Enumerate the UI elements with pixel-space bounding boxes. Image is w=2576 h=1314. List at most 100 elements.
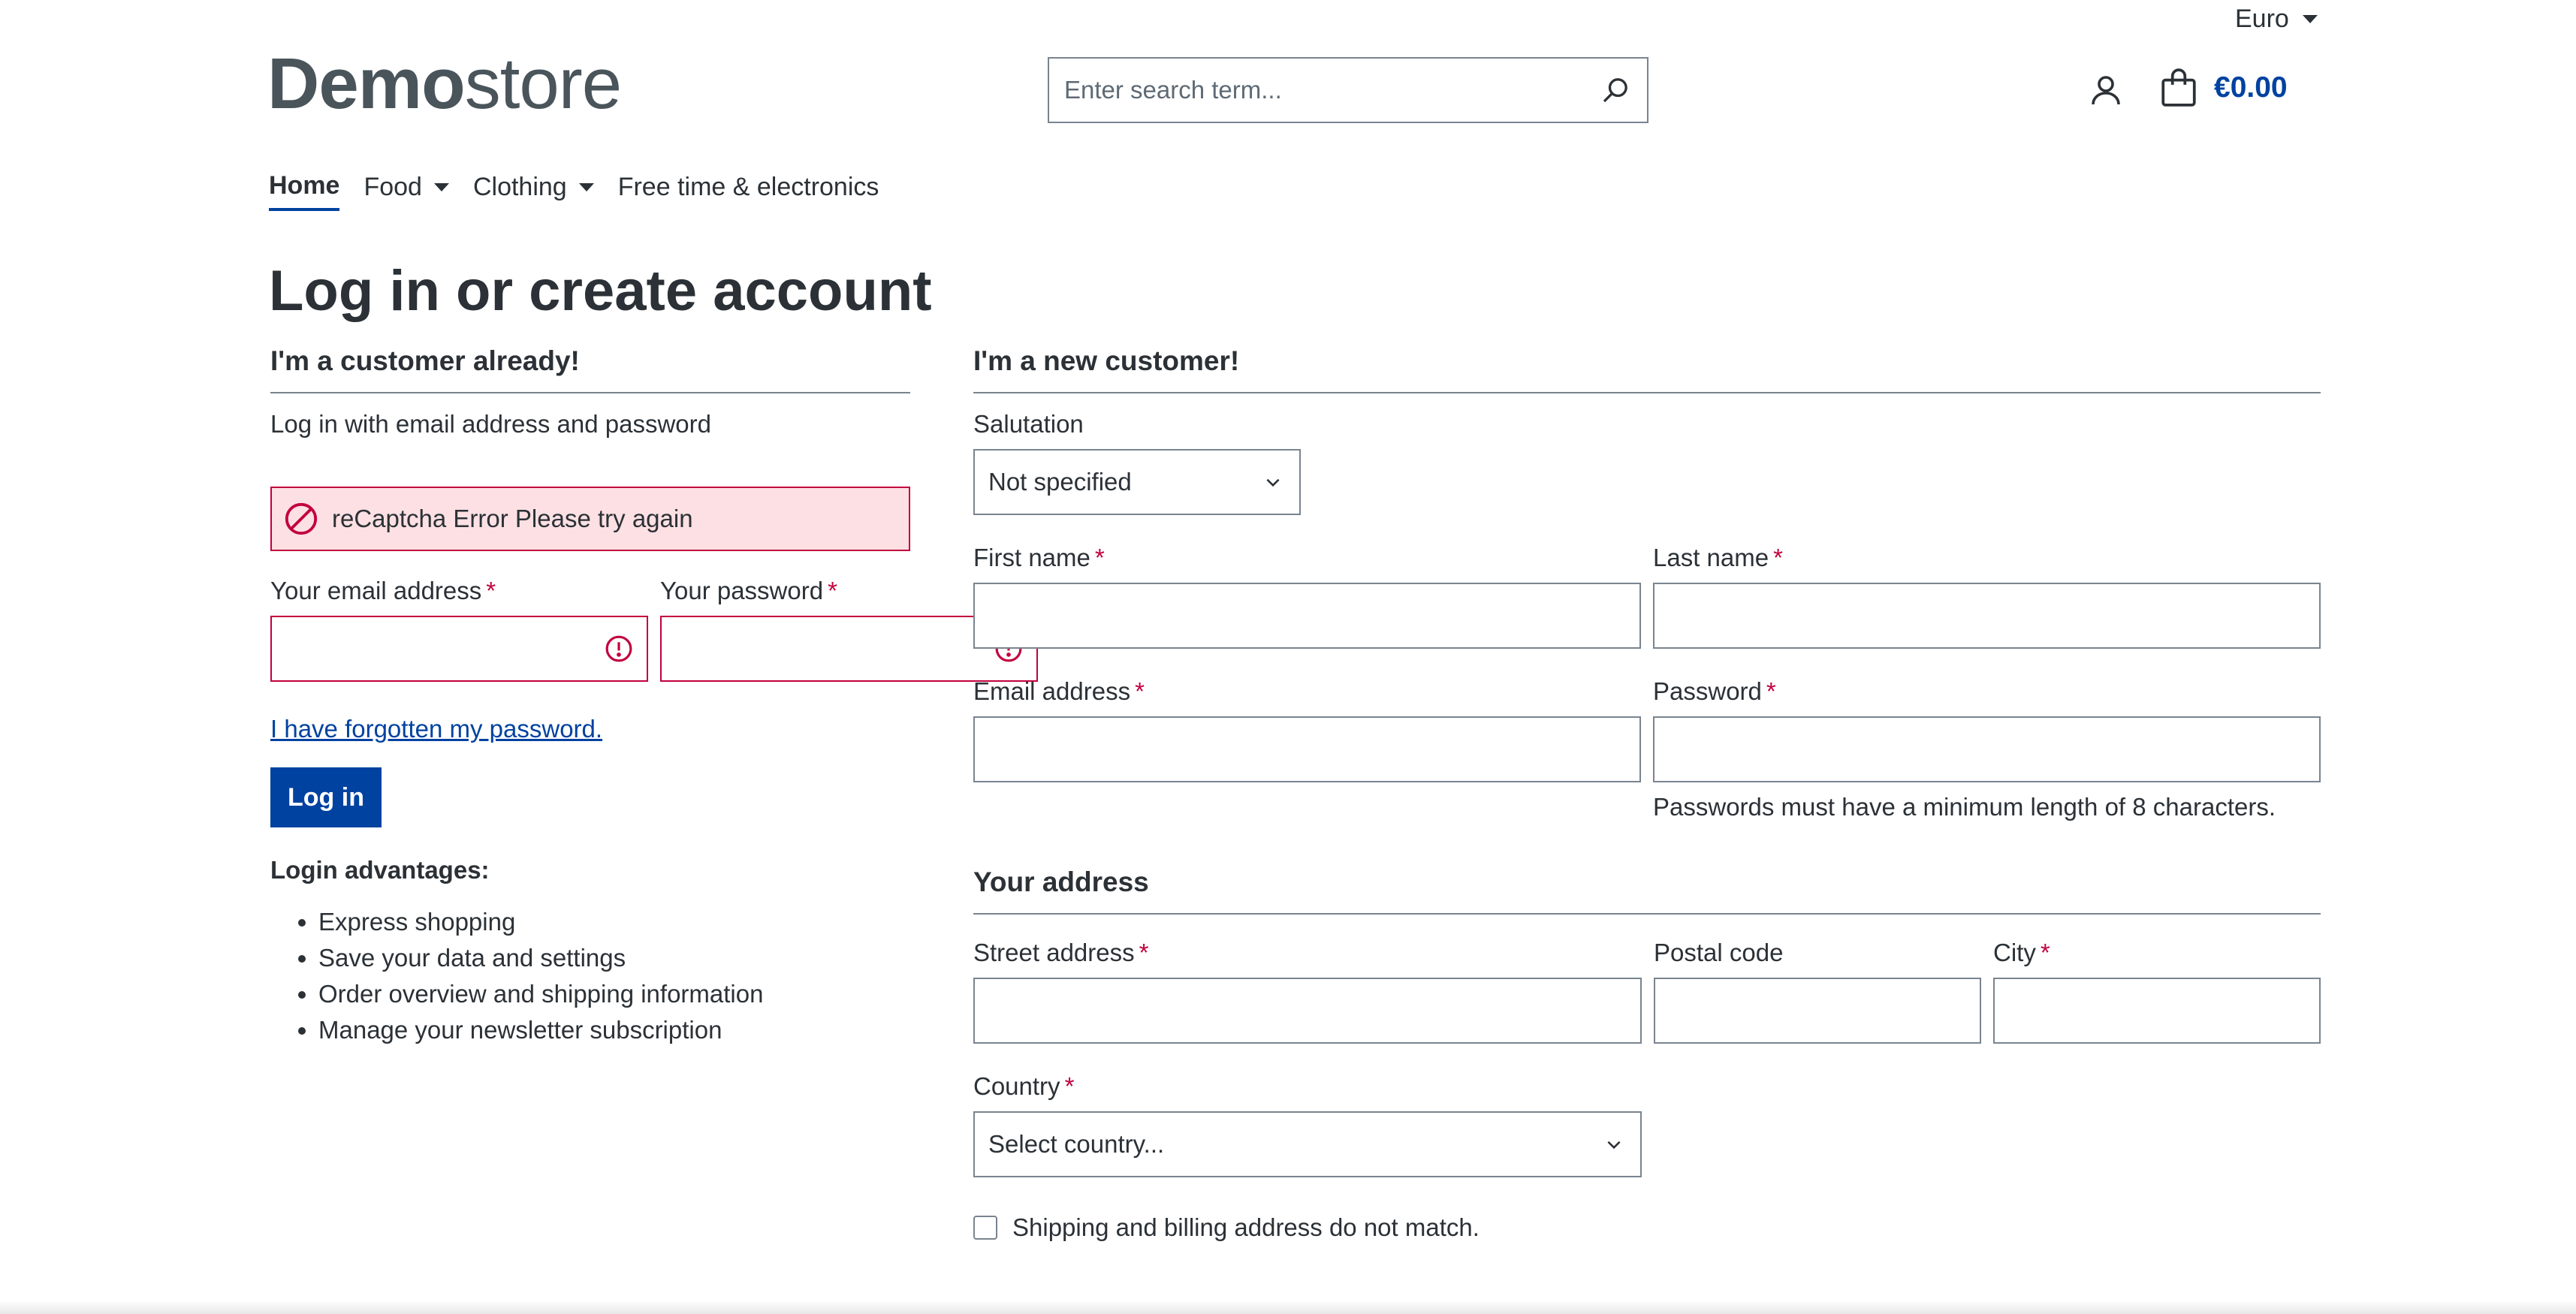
main-navigation: Home Food Clothing Free time & electroni… (269, 171, 879, 211)
search-bar (1048, 57, 1648, 123)
password-hint: Passwords must have a minimum length of … (1653, 793, 2276, 821)
city-label-text: City (1993, 939, 2036, 966)
register-section: I'm a new customer! Salutation Not speci… (973, 345, 2327, 1242)
country-select[interactable]: Select country... (973, 1111, 1642, 1177)
first-name-label-text: First name (973, 544, 1090, 571)
nav-item-label: Food (363, 173, 422, 201)
nav-item-label: Clothing (472, 173, 567, 201)
cart-total: €0.00 (2214, 71, 2288, 104)
first-name-input[interactable] (988, 584, 1626, 647)
shopping-bag-icon (2161, 68, 2196, 107)
country-value: Select country... (988, 1130, 1165, 1158)
different-address-checkbox[interactable] (973, 1216, 997, 1240)
street-field (973, 978, 1642, 1044)
street-label-text: Street address (973, 939, 1135, 966)
register-email-field (973, 716, 1641, 782)
postal-field (1654, 978, 1988, 1044)
required-mark: * (1094, 544, 1105, 571)
nav-item-home[interactable]: Home (269, 171, 340, 211)
register-password-label: Password * (1653, 677, 2321, 706)
error-icon (605, 635, 632, 662)
address-row: Street address * Postal code City * (973, 939, 2327, 1044)
credentials-row: Email address * Password * Passwords must … (973, 677, 2321, 821)
required-mark: * (1139, 939, 1149, 966)
blocked-icon (285, 502, 318, 535)
city-field (1993, 978, 2327, 1044)
register-password-label-text: Password (1653, 677, 1762, 705)
last-name-input[interactable] (1668, 584, 2306, 647)
nav-item-free-time-electronics[interactable]: Free time & electronics (618, 173, 879, 209)
currency-selector[interactable]: Euro (2235, 5, 2318, 34)
city-input[interactable] (2008, 979, 2327, 1042)
email-label: Your email address * (270, 577, 648, 605)
list-item: Manage your newsletter subscription (318, 1012, 910, 1048)
country-group: Country * Select country... (973, 1072, 1642, 1177)
search-icon (1603, 78, 1627, 103)
first-name-field (973, 583, 1641, 649)
register-password-group: Password * Passwords must have a minimum … (1653, 677, 2321, 821)
cart-button[interactable]: €0.00 (2160, 68, 2288, 108)
postal-group: Postal code (1654, 939, 1988, 1044)
login-password-input[interactable] (675, 617, 994, 680)
email-label-text: Your email address (270, 577, 482, 604)
first-name-label: First name * (973, 544, 1641, 572)
last-name-label-text: Last name (1653, 544, 1769, 571)
register-email-input[interactable] (988, 718, 1626, 781)
advantages-title: Login advantages: (270, 856, 490, 884)
login-email-input[interactable] (285, 617, 605, 680)
postal-input[interactable] (1669, 979, 1988, 1042)
logo-bold-text: Demo (267, 44, 466, 124)
user-icon (2092, 76, 2120, 105)
password-label-text: Your password (660, 577, 824, 604)
country-label-text: Country (973, 1072, 1060, 1100)
required-mark: * (1135, 677, 1145, 705)
register-email-label: Email address * (973, 677, 1641, 706)
login-button[interactable]: Log in (270, 767, 382, 827)
required-mark: * (1766, 677, 1776, 705)
required-mark: * (1773, 544, 1783, 571)
chevron-down-icon (578, 183, 594, 191)
last-name-field (1653, 583, 2321, 649)
login-section: I'm a customer already! Log in with emai… (270, 345, 1038, 1048)
page: Euro Demostore €0.00 Home (0, 0, 2576, 1314)
first-name-group: First name * (973, 544, 1641, 649)
login-fields: Your email address * Your password * (270, 577, 1038, 682)
list-item: Save your data and settings (318, 940, 910, 976)
nav-item-label: Home (269, 171, 340, 200)
list-item: Order overview and shipping information (318, 976, 910, 1012)
required-mark: * (2040, 939, 2050, 966)
forgot-password-link[interactable]: I have forgotten my password. (270, 715, 602, 743)
salutation-select[interactable]: Not specified (973, 449, 1301, 515)
login-subtitle: Log in with email address and password (270, 410, 711, 438)
different-address-label[interactable]: Shipping and billing address do not matc… (1012, 1213, 1480, 1242)
currency-label: Euro (2235, 5, 2289, 33)
different-address-row: Shipping and billing address do not matc… (973, 1213, 2321, 1242)
alert-message: reCaptcha Error Please try again (332, 505, 693, 532)
postal-label: Postal code (1654, 939, 1784, 966)
account-button[interactable] (2088, 72, 2124, 108)
salutation-group: Salutation Not specified (973, 410, 2321, 515)
street-label: Street address * (973, 939, 1642, 967)
country-label: Country * (973, 1072, 1642, 1101)
login-title: I'm a customer already! (270, 345, 910, 393)
nav-item-food[interactable]: Food (363, 173, 449, 209)
store-logo[interactable]: Demostore (267, 48, 622, 120)
last-name-label: Last name * (1653, 544, 2321, 572)
street-input[interactable] (988, 979, 1627, 1042)
nav-item-clothing[interactable]: Clothing (473, 173, 594, 209)
search-input[interactable] (1049, 59, 1584, 122)
address-title: Your address (973, 866, 2321, 915)
salutation-label: Salutation (973, 410, 1084, 438)
register-password-input[interactable] (1668, 718, 2306, 781)
city-group: City * (1993, 939, 2327, 1044)
search-button[interactable] (1584, 59, 1647, 122)
required-mark: * (1064, 1072, 1075, 1100)
name-row: First name * Last name * (973, 544, 2321, 649)
list-item: Express shopping (318, 904, 910, 940)
last-name-group: Last name * (1653, 544, 2321, 649)
required-mark: * (828, 577, 837, 604)
chevron-down-icon (1266, 478, 1280, 487)
advantages-list: Express shopping Save your data and sett… (270, 904, 910, 1048)
register-email-label-text: Email address (973, 677, 1131, 705)
register-password-field (1653, 716, 2321, 782)
